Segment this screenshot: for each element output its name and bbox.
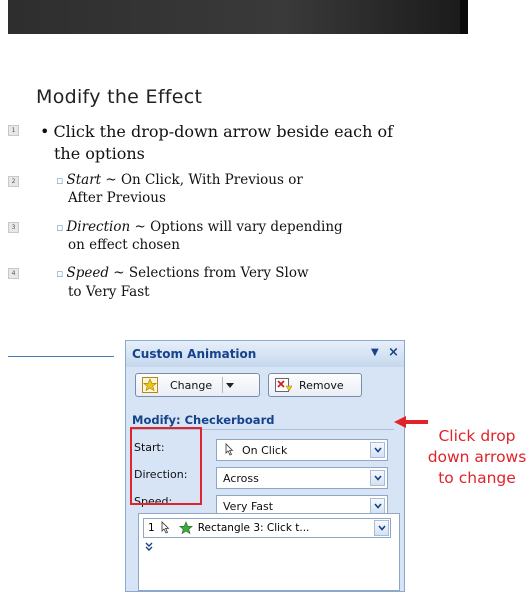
sub-bullet-start-term: Start [66, 172, 102, 188]
sub-bullet-speed: ▫ Speed ~ Selections from Very Slow [56, 265, 309, 281]
close-icon[interactable]: × [388, 345, 399, 360]
slide-title: Modify the Effect [36, 86, 203, 108]
sub-bullet-direction-term: Direction [66, 219, 131, 235]
sub-bullet-start-text: ~ On Click, With Previous or [101, 172, 303, 188]
list-item[interactable]: 1 Rectangle 3: Click t... [143, 518, 391, 538]
sub-bullet-start: ▫ Start ~ On Click, With Previous or [56, 172, 303, 188]
modify-effect-label: Modify: Checkerboard [132, 413, 275, 427]
chevron-down-icon[interactable] [222, 377, 237, 393]
sub-bullet-marker: ▫ [56, 221, 64, 234]
sub-bullet-marker: ▫ [56, 267, 64, 280]
custom-animation-panel: Custom Animation ▼ × Change Remove Modif… [125, 340, 405, 592]
chevron-down-icon[interactable] [370, 470, 385, 486]
animation-tag-3: 3 [8, 222, 19, 233]
change-button[interactable]: Change [135, 373, 260, 397]
speed-dropdown-value: Very Fast [223, 499, 274, 513]
chevron-down-icon[interactable] [374, 520, 389, 536]
list-item-number: 1 [148, 522, 155, 534]
bullet-dot: • [40, 122, 50, 141]
remove-icon [275, 378, 293, 392]
star-effect-icon [178, 521, 193, 535]
sub-bullet-marker: ▫ [56, 174, 64, 187]
mouse-click-icon [161, 521, 170, 534]
direction-dropdown-value: Across [223, 471, 259, 485]
remove-button-label: Remove [299, 378, 344, 392]
sub-bullet-speed-text: ~ Selections from Very Slow [108, 265, 309, 281]
chevron-down-icon[interactable] [370, 442, 385, 458]
sub-bullet-direction-line2: on effect chosen [68, 237, 180, 253]
change-button-label: Change [170, 378, 213, 392]
sub-bullet-direction: ▫ Direction ~ Options will vary depending [56, 219, 343, 235]
bullet-main: • Click the drop-down arrow beside each o… [40, 122, 393, 141]
animation-list[interactable]: 1 Rectangle 3: Click t... [138, 513, 400, 591]
start-dropdown-value: On Click [242, 443, 288, 457]
sub-bullet-start-line2: After Previous [68, 190, 166, 206]
animation-tag-4: 4 [8, 268, 19, 279]
sub-bullet-direction-text: ~ Options will vary depending [130, 219, 343, 235]
panel-title: Custom Animation [132, 347, 257, 361]
sub-bullet-speed-term: Speed [66, 265, 109, 281]
slide-divider-line [8, 356, 114, 357]
sub-bullet-speed-line2: to Very Fast [68, 284, 150, 300]
slide-header-band [8, 0, 468, 34]
start-dropdown[interactable]: On Click [216, 439, 388, 461]
list-item-text: Rectangle 3: Click t... [197, 522, 310, 534]
animation-tag-1: 1 [8, 125, 19, 136]
bullet-main-text-2: the options [54, 144, 145, 163]
bullet-main-text-1: Click the drop-down arrow beside each of [53, 122, 394, 141]
slide-header-accent [460, 0, 468, 34]
callout-text: Click drop down arrows to change [427, 427, 527, 487]
animation-tag-2: 2 [8, 176, 19, 187]
expand-icon[interactable] [145, 542, 153, 554]
mouse-click-icon [225, 443, 234, 456]
remove-button[interactable]: Remove [268, 373, 362, 397]
field-labels-highlight [130, 427, 202, 505]
panel-header: Custom Animation ▼ × [126, 341, 404, 367]
direction-dropdown[interactable]: Across [216, 467, 388, 489]
panel-menu-arrow-icon[interactable]: ▼ [371, 347, 379, 358]
chevron-down-icon[interactable] [370, 498, 385, 514]
star-icon [142, 377, 158, 393]
